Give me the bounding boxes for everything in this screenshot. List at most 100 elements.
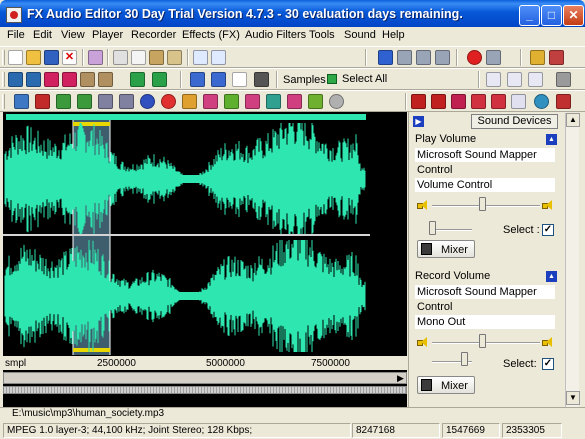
- copy-icon[interactable]: [131, 50, 146, 65]
- play-volume-group: Play Volume ▲ Microsoft Sound Mapper Con…: [412, 133, 560, 261]
- echo-icon[interactable]: [203, 94, 218, 109]
- invert-icon[interactable]: [140, 94, 155, 109]
- exit-icon[interactable]: [549, 50, 564, 65]
- tempo-icon[interactable]: [161, 94, 176, 109]
- effects-icon[interactable]: [80, 72, 95, 87]
- zoom-in-icon[interactable]: [486, 72, 501, 87]
- properties-icon[interactable]: [88, 50, 103, 65]
- mix-icon[interactable]: [62, 72, 77, 87]
- redo-icon[interactable]: [211, 50, 226, 65]
- reverse-icon[interactable]: [182, 94, 197, 109]
- menu-view[interactable]: View: [61, 29, 85, 41]
- play-device-field[interactable]: Microsoft Sound Mapper: [415, 148, 555, 162]
- highpass-icon[interactable]: [471, 94, 486, 109]
- scroll-down-arrow-icon[interactable]: ▼: [566, 391, 580, 405]
- record-balance-slider[interactable]: [479, 334, 486, 348]
- normalize-icon[interactable]: [98, 94, 113, 109]
- undo-icon[interactable]: [193, 50, 208, 65]
- menu-help[interactable]: Help: [382, 29, 405, 41]
- menu-edit[interactable]: Edit: [33, 29, 52, 41]
- paste-icon[interactable]: [149, 50, 164, 65]
- toolbar-grip[interactable]: [2, 94, 5, 109]
- menu-file[interactable]: File: [7, 29, 25, 41]
- menu-recorder[interactable]: Recorder: [131, 29, 176, 41]
- noise-icon[interactable]: [329, 94, 344, 109]
- zoom-out-icon[interactable]: [507, 72, 522, 87]
- speaker-right-icon[interactable]: [211, 72, 226, 87]
- panel-collapse-icon[interactable]: ▶: [413, 116, 424, 127]
- fade-in-icon[interactable]: [56, 94, 71, 109]
- play-volume-slider[interactable]: [429, 221, 436, 235]
- phaser-icon[interactable]: [266, 94, 281, 109]
- play-mixer-button[interactable]: Mixer: [417, 240, 475, 258]
- record-select-checkbox[interactable]: ✓: [542, 358, 554, 370]
- chorus-icon[interactable]: [224, 94, 239, 109]
- menu-tools[interactable]: Tools: [309, 29, 335, 41]
- binary-icon[interactable]: [254, 72, 269, 87]
- play-select-checkbox[interactable]: ✓: [542, 224, 554, 236]
- camera-icon[interactable]: [556, 72, 571, 87]
- sound-devices-tab[interactable]: Sound Devices: [471, 114, 558, 129]
- play-control-field[interactable]: Volume Control: [415, 178, 555, 192]
- new-file-icon[interactable]: [8, 50, 23, 65]
- play-selection-icon[interactable]: [435, 50, 450, 65]
- zoom-out-selection-icon[interactable]: [152, 72, 167, 87]
- bandpass-icon[interactable]: [431, 94, 446, 109]
- zoom-in-selection-icon[interactable]: [130, 72, 145, 87]
- filters-icon[interactable]: [98, 72, 113, 87]
- trim-icon[interactable]: [8, 72, 23, 87]
- collapse-up-icon[interactable]: ▲: [546, 134, 557, 145]
- record-volume-slider[interactable]: [461, 352, 468, 366]
- flanger-icon[interactable]: [245, 94, 260, 109]
- lowpass-icon[interactable]: [451, 94, 466, 109]
- abc-text-icon[interactable]: [232, 72, 247, 87]
- menu-player[interactable]: Player: [92, 29, 123, 41]
- panel-scrollbar[interactable]: ▲ ▼: [565, 113, 580, 407]
- amplify-icon[interactable]: [35, 94, 50, 109]
- overview-strip[interactable]: [3, 386, 407, 394]
- scroll-right-arrow-icon[interactable]: ▶: [395, 373, 406, 383]
- save-icon[interactable]: [44, 50, 59, 65]
- web-icon[interactable]: [534, 94, 549, 109]
- notch-icon[interactable]: [491, 94, 506, 109]
- stop-icon[interactable]: [416, 50, 431, 65]
- close-button[interactable]: ✕: [563, 5, 584, 26]
- fade-out-icon[interactable]: [77, 94, 92, 109]
- pitch-icon[interactable]: [308, 94, 323, 109]
- menu-audio-filters[interactable]: Audio Filters: [245, 29, 306, 41]
- play-balance-slider[interactable]: [479, 197, 486, 211]
- collapse-up-icon[interactable]: ▲: [546, 271, 557, 282]
- cut-icon[interactable]: [113, 50, 128, 65]
- paste-special-icon[interactable]: [167, 50, 182, 65]
- select-all-button[interactable]: Select All: [326, 71, 391, 88]
- waveform-icon[interactable]: [44, 72, 59, 87]
- crop-icon[interactable]: [26, 72, 41, 87]
- toolbar-grip[interactable]: [2, 72, 5, 87]
- play-icon[interactable]: [378, 50, 393, 65]
- scroll-up-arrow-icon[interactable]: ▲: [566, 113, 580, 127]
- zoom-full-icon[interactable]: [528, 72, 543, 87]
- toolbar-separator: [478, 71, 480, 88]
- minimize-button[interactable]: _: [519, 5, 540, 26]
- maximize-button[interactable]: □: [541, 5, 562, 26]
- reverb-icon[interactable]: [287, 94, 302, 109]
- record-stop-icon[interactable]: [486, 50, 501, 65]
- horizontal-scrollbar[interactable]: ▶: [3, 372, 407, 384]
- record-control-field[interactable]: Mono Out: [415, 315, 555, 329]
- speaker-left-icon[interactable]: [190, 72, 205, 87]
- delete-icon[interactable]: ✕: [62, 50, 77, 65]
- open-folder-icon[interactable]: [26, 50, 41, 65]
- record-icon[interactable]: [467, 50, 482, 65]
- pdf-icon[interactable]: [556, 94, 571, 109]
- record-mixer-button[interactable]: Mixer: [417, 376, 475, 394]
- record-device-field[interactable]: Microsoft Sound Mapper: [415, 285, 555, 299]
- pause-icon[interactable]: [397, 50, 412, 65]
- equalizer-icon[interactable]: [411, 94, 426, 109]
- menu-effects[interactable]: Effects (FX): [182, 29, 240, 41]
- menu-sound[interactable]: Sound: [344, 29, 376, 41]
- silence-icon[interactable]: [119, 94, 134, 109]
- midi-icon[interactable]: [511, 94, 526, 109]
- loop-icon[interactable]: [14, 94, 29, 109]
- options-icon[interactable]: [530, 50, 545, 65]
- toolbar-grip[interactable]: [2, 50, 5, 65]
